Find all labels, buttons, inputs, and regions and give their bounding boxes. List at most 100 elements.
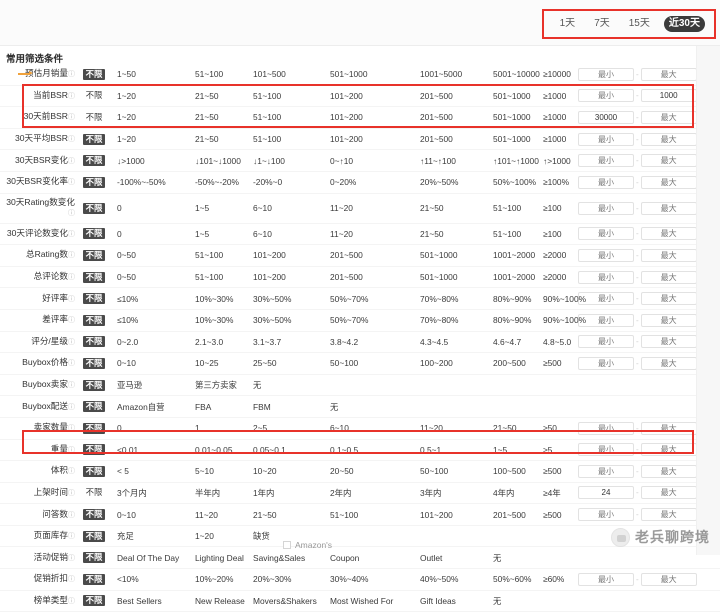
filter-option[interactable]: 5001~10000 — [493, 69, 540, 79]
filter-option-no-limit[interactable]: 不限 — [79, 271, 109, 283]
filter-option[interactable]: ≥500 — [543, 510, 562, 520]
filter-option[interactable]: 20%~50% — [420, 177, 458, 187]
filter-option[interactable]: 101~200 — [330, 112, 363, 122]
filter-option[interactable]: ≥60% — [543, 574, 564, 584]
filter-option[interactable]: 0~20% — [330, 177, 356, 187]
range-min-input[interactable] — [578, 132, 634, 146]
range-max-input[interactable] — [640, 313, 697, 327]
range-max-input[interactable] — [640, 508, 697, 522]
filter-option[interactable]: 2~5 — [253, 423, 267, 433]
info-icon[interactable]: ⓘ — [68, 490, 75, 497]
range-max-input[interactable] — [640, 292, 697, 306]
filter-option[interactable]: ≥100% — [543, 177, 569, 187]
range-min-input[interactable] — [578, 335, 634, 349]
range-min-input[interactable] — [578, 227, 634, 241]
filter-option[interactable]: ↑11~↑100 — [420, 156, 456, 166]
filter-option-no-limit[interactable]: 不限 — [79, 357, 109, 369]
filter-option-no-limit[interactable]: 不限 — [79, 293, 109, 305]
filter-option[interactable]: 第三方卖家 — [195, 379, 237, 391]
filter-option[interactable]: ≥1000 — [543, 91, 566, 101]
filter-option-no-limit[interactable]: 不限 — [79, 249, 109, 261]
filter-option[interactable]: 90%~100% — [543, 294, 586, 304]
range-max-input[interactable] — [640, 572, 697, 586]
info-icon[interactable]: ⓘ — [68, 468, 75, 475]
info-icon[interactable]: ⓘ — [68, 296, 75, 303]
filter-option[interactable]: 0.01~0.05 — [195, 445, 233, 455]
range-min-input[interactable] — [578, 175, 634, 189]
filter-option[interactable]: 20%~30% — [253, 574, 291, 584]
filter-option[interactable]: Amazon自营 — [117, 401, 164, 413]
filter-option[interactable]: ↑>1000 — [543, 156, 571, 166]
range-max-input[interactable] — [640, 486, 697, 500]
info-icon[interactable]: ⓘ — [68, 136, 75, 143]
filter-option[interactable]: 0~2.0 — [117, 337, 138, 347]
filter-option-no-limit[interactable]: 不限 — [79, 379, 109, 391]
filter-option[interactable]: ≥5 — [543, 445, 552, 455]
info-icon[interactable]: ⓘ — [68, 252, 75, 259]
filter-option[interactable]: 10~25 — [195, 358, 219, 368]
filter-option[interactable]: 51~100 — [253, 91, 281, 101]
filter-option-no-limit[interactable]: 不限 — [79, 422, 109, 434]
range-min-input[interactable] — [578, 313, 634, 327]
filter-option-no-limit[interactable]: 不限 — [79, 530, 109, 542]
filter-option[interactable]: 50~100 — [330, 358, 358, 368]
filter-option-no-limit[interactable]: 不限 — [79, 595, 109, 607]
filter-option[interactable]: Most Wished For — [330, 596, 393, 606]
filter-option[interactable]: 1~5 — [493, 445, 507, 455]
filter-option[interactable]: 201~500 — [330, 272, 363, 282]
filter-option[interactable]: 1001~5000 — [420, 69, 462, 79]
filter-option[interactable]: 0~10 — [117, 510, 136, 520]
filter-option[interactable]: 3.1~3.7 — [253, 337, 281, 347]
filter-option[interactable]: 100~500 — [493, 466, 526, 476]
filter-option[interactable]: 2.1~3.0 — [195, 337, 223, 347]
info-icon[interactable]: ⓘ — [68, 71, 75, 78]
filter-option[interactable]: ↑101~↑1000 — [493, 156, 539, 166]
filter-option[interactable]: 6~10 — [253, 229, 272, 239]
filter-option[interactable]: 1~20 — [117, 134, 136, 144]
filter-option[interactable]: 201~500 — [493, 510, 526, 520]
filter-option[interactable]: 80%~90% — [493, 315, 531, 325]
filter-option[interactable]: 3个月内 — [117, 487, 147, 499]
info-icon[interactable]: ⓘ — [68, 317, 75, 324]
filter-option[interactable]: 1~20 — [195, 531, 214, 541]
info-icon[interactable]: ⓘ — [68, 231, 75, 238]
info-icon[interactable]: ⓘ — [68, 93, 75, 100]
filter-option[interactable]: 5~10 — [195, 466, 214, 476]
filter-option[interactable]: 半年内 — [195, 487, 220, 499]
filter-option[interactable]: 501~1000 — [330, 69, 368, 79]
filter-option[interactable]: Best Sellers — [117, 596, 162, 606]
filter-option[interactable]: 51~100 — [330, 510, 358, 520]
filter-option[interactable]: < 5 — [117, 466, 129, 476]
filter-option[interactable]: 无 — [253, 379, 261, 391]
filter-option[interactable]: 0~↑10 — [330, 156, 353, 166]
filter-option[interactable]: 0.5~1 — [420, 445, 441, 455]
filter-option-no-limit[interactable]: 不限 — [79, 176, 109, 188]
filter-option[interactable]: 21~50 — [195, 134, 219, 144]
range-max-input[interactable] — [640, 443, 697, 457]
filter-option[interactable]: 11~20 — [330, 203, 353, 213]
info-icon[interactable]: ⓘ — [68, 114, 75, 121]
filter-option[interactable]: ≥100 — [543, 203, 562, 213]
range-max-input[interactable] — [640, 464, 697, 478]
filter-option[interactable]: 50%~70% — [330, 294, 368, 304]
filter-option[interactable]: 25~50 — [253, 358, 277, 368]
info-icon[interactable]: ⓘ — [68, 404, 75, 411]
filter-option[interactable]: 51~100 — [253, 112, 281, 122]
filter-option[interactable]: 21~50 — [195, 112, 219, 122]
filter-option[interactable]: 21~50 — [195, 91, 219, 101]
filter-option[interactable]: 40%~50% — [420, 574, 458, 584]
filter-option[interactable]: <0.01 — [117, 445, 138, 455]
filter-option[interactable]: 11~20 — [330, 229, 353, 239]
checkbox-icon[interactable] — [283, 541, 291, 549]
filter-option[interactable]: 11~20 — [195, 510, 218, 520]
filter-option[interactable]: -50%~-20% — [195, 177, 239, 187]
filter-option[interactable]: 11~20 — [420, 423, 443, 433]
info-icon[interactable]: ⓘ — [68, 576, 75, 583]
filter-option-no-limit[interactable]: 不限 — [79, 90, 109, 101]
filter-option[interactable]: 100~200 — [420, 358, 453, 368]
filter-option[interactable]: 无 — [493, 595, 501, 607]
filter-option[interactable]: 21~50 — [420, 203, 444, 213]
filter-option[interactable]: 50%~70% — [330, 315, 368, 325]
range-min-input[interactable] — [578, 67, 634, 81]
filter-option[interactable]: 2年内 — [330, 487, 351, 499]
